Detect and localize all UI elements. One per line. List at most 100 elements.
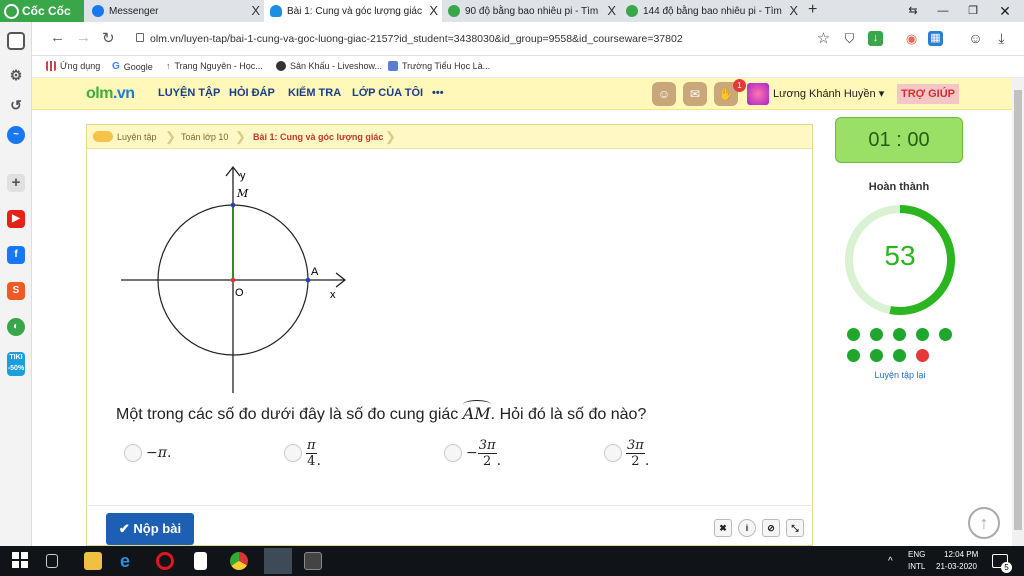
fraction: 3π 2	[477, 438, 497, 469]
breadcrumb-practice[interactable]: Luyện tập	[117, 132, 157, 142]
opera-icon[interactable]	[156, 552, 174, 570]
clock-time[interactable]: 12:04 PM	[944, 550, 978, 559]
menu-my-class[interactable]: LỚP CỦA TÔI	[352, 87, 423, 99]
extension-icon[interactable]: ◉	[904, 31, 919, 46]
menu-test[interactable]: KIỂM TRA	[288, 87, 341, 99]
history-icon[interactable]: ↺	[7, 96, 25, 114]
option-radio[interactable]	[604, 444, 622, 462]
back-icon[interactable]: ←	[50, 29, 65, 46]
chrome-icon[interactable]	[230, 552, 248, 570]
tiki-icon[interactable]: TIKI -50%	[7, 352, 25, 376]
page-scrollbar[interactable]	[1012, 78, 1024, 546]
menu-qa[interactable]: HỎI ĐÁP	[229, 87, 275, 99]
option-radio[interactable]	[124, 444, 142, 462]
olm-logo[interactable]: olm.vn	[86, 85, 135, 103]
coccoc-menu-button[interactable]: Cốc Cốc	[0, 0, 84, 22]
option-3[interactable]: − 3π 2 .	[444, 436, 501, 470]
option-tail: .	[496, 452, 502, 469]
clock-date[interactable]: 21-03-2020	[936, 562, 977, 571]
help-button[interactable]: TRỢ GIÚP	[897, 84, 959, 104]
coccoc-icon[interactable]: ◐	[7, 318, 25, 336]
file-explorer-icon[interactable]	[84, 552, 102, 570]
result-dot[interactable]	[916, 349, 929, 362]
youtube-icon[interactable]: ▶	[7, 210, 25, 228]
tab-search-90[interactable]: 90 độ bằng bao nhiêu pi - Tìm X	[442, 0, 620, 22]
result-dot[interactable]	[893, 328, 906, 341]
bookmark-label: Sân Khấu - Liveshow...	[290, 61, 383, 71]
calculator-icon[interactable]	[304, 552, 322, 570]
result-dot[interactable]	[939, 328, 952, 341]
settings-icon[interactable]: ⚙	[7, 66, 25, 84]
add-icon[interactable]: +	[7, 174, 25, 192]
profile-icon[interactable]: ☺	[968, 31, 983, 46]
forward-icon[interactable]: →	[76, 29, 91, 46]
bookmark-truong[interactable]: Trường Tiểu Học Là...	[388, 61, 490, 71]
retry-link[interactable]: Luyện tập lại	[860, 370, 940, 380]
minimize-icon[interactable]: —	[928, 0, 958, 22]
report-button[interactable]: ⊘	[762, 519, 780, 537]
google-icon: G	[112, 61, 120, 72]
option-2[interactable]: π4 .	[284, 436, 321, 470]
close-icon[interactable]: X	[429, 3, 438, 18]
region[interactable]: INTL	[908, 562, 925, 571]
submit-button[interactable]: ✔ Nộp bài	[106, 513, 194, 545]
scroll-top-button[interactable]: ↑	[968, 507, 1000, 539]
edge-icon[interactable]: e	[120, 552, 138, 570]
avatar[interactable]	[747, 83, 769, 105]
option-radio[interactable]	[444, 444, 462, 462]
option-4[interactable]: 3π 2 .	[604, 436, 649, 470]
scrollbar-thumb[interactable]	[1014, 90, 1022, 530]
option-radio[interactable]	[284, 444, 302, 462]
chevron-right-icon: ❯	[165, 129, 176, 144]
profile-icon[interactable]: ☺	[652, 82, 676, 106]
info-button[interactable]: i	[738, 519, 756, 537]
tab-list-icon[interactable]: ⇆	[898, 0, 928, 22]
option-1[interactable]: − π.	[124, 436, 171, 470]
url-input[interactable]: olm.vn/luyen-tap/bai-1-cung-va-goc-luong…	[150, 33, 683, 45]
close-button[interactable]: ✖	[714, 519, 732, 537]
shield-icon[interactable]: ⛉	[842, 31, 857, 46]
tab-search-144[interactable]: 144 độ bằng bao nhiêu pi - Tìm X	[620, 0, 802, 22]
result-dot[interactable]	[893, 349, 906, 362]
tab-messenger[interactable]: Messenger X	[86, 0, 264, 22]
download-manager-icon[interactable]: ⤓	[994, 31, 1009, 46]
close-icon[interactable]: X	[789, 3, 798, 18]
close-icon[interactable]: X	[607, 3, 616, 18]
user-menu[interactable]: Lương Khánh Huyền ▾	[773, 87, 884, 100]
menu-more[interactable]: •••	[432, 87, 444, 99]
result-dot[interactable]	[870, 349, 883, 362]
chevron-up-icon[interactable]: ^	[888, 556, 893, 567]
language[interactable]: ENG	[908, 550, 925, 559]
windows-start-icon[interactable]	[12, 552, 30, 570]
bookmark-trang-nguyen[interactable]: ↑ Trang Nguyên - Học...	[166, 61, 263, 71]
coccoc-taskbar-icon[interactable]	[264, 548, 292, 574]
facebook-icon[interactable]: f	[7, 246, 25, 264]
bookmark-apps[interactable]: Ứng dụng	[46, 61, 100, 71]
sidebar-panel-icon[interactable]	[7, 32, 25, 50]
shopee-icon[interactable]: S	[7, 282, 25, 300]
result-dot[interactable]	[847, 328, 860, 341]
extension-icon[interactable]: ▦	[928, 31, 943, 46]
breadcrumb: Luyện tập ❯ Toán lớp 10 ❯ Bài 1: Cung và…	[87, 125, 812, 149]
close-icon[interactable]: X	[251, 3, 260, 18]
breadcrumb-grade[interactable]: Toán lớp 10	[181, 132, 228, 142]
close-window-icon[interactable]: ✕	[990, 0, 1020, 22]
result-dot[interactable]	[916, 328, 929, 341]
messenger-icon[interactable]: ~	[7, 126, 25, 144]
file-icon[interactable]	[194, 552, 207, 570]
restore-icon[interactable]: ❐	[958, 0, 988, 22]
reload-icon[interactable]: ↻	[102, 29, 115, 47]
bookmark-google[interactable]: G Google	[112, 61, 153, 72]
tab-lesson[interactable]: Bài 1: Cung và góc lượng giác X	[264, 0, 442, 22]
menu-practice[interactable]: LUYỆN TẬP	[158, 87, 220, 99]
new-tab-button[interactable]: +	[808, 1, 817, 19]
chat-icon[interactable]: ✉	[683, 82, 707, 106]
download-icon[interactable]: ↓	[868, 31, 883, 46]
bookmark-san-khau[interactable]: Sân Khấu - Liveshow...	[276, 61, 382, 71]
result-dot[interactable]	[870, 328, 883, 341]
task-view-icon[interactable]	[46, 554, 58, 568]
fullscreen-button[interactable]: ⤡	[786, 519, 804, 537]
school-icon	[388, 61, 398, 71]
result-dot[interactable]	[847, 349, 860, 362]
star-icon[interactable]: ☆	[816, 31, 831, 46]
